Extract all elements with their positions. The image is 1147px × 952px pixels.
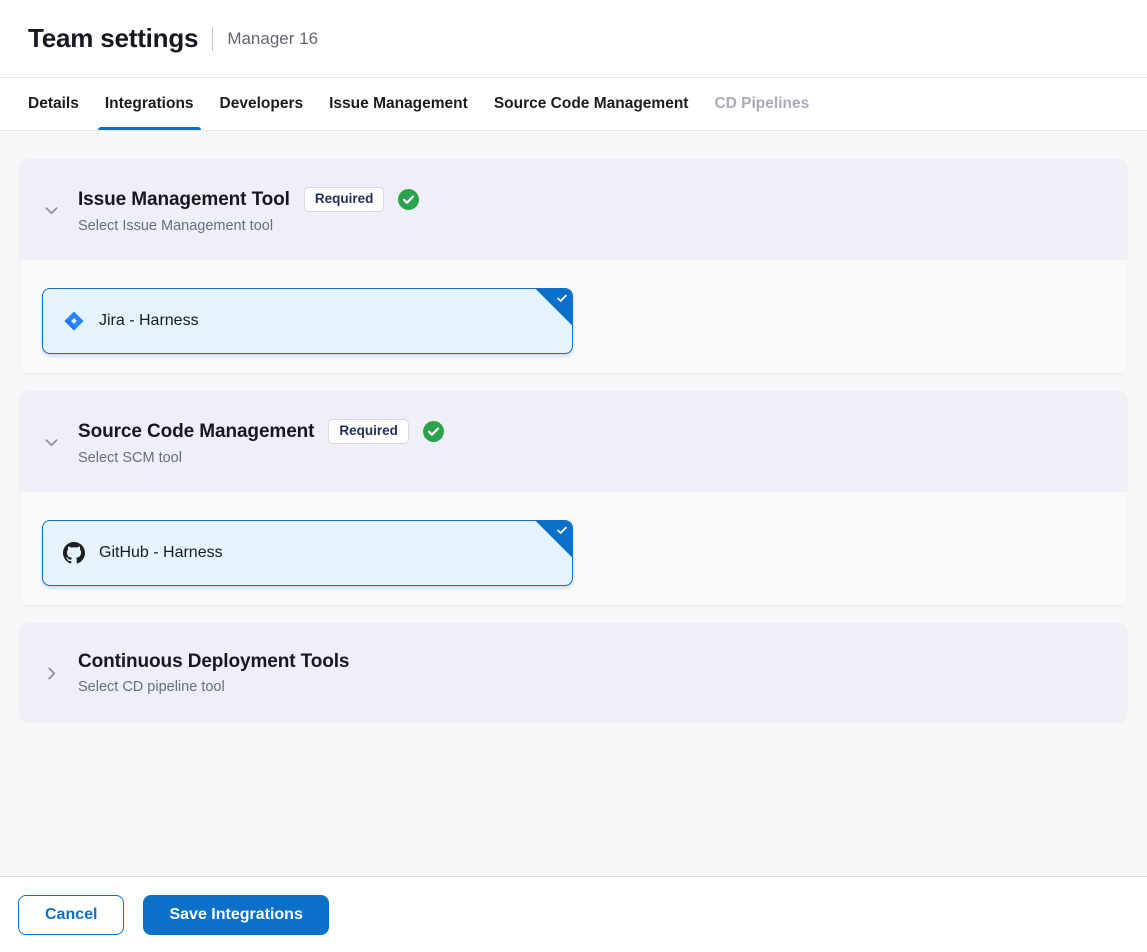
section-source-code-management: Source Code Management Required Select S…: [20, 391, 1127, 605]
section-title: Issue Management Tool: [78, 189, 290, 211]
tab-integrations[interactable]: Integrations: [98, 78, 201, 130]
check-circle-icon: [423, 421, 444, 442]
tool-card-jira-harness[interactable]: Jira - Harness: [42, 288, 573, 354]
section-titles: Issue Management Tool Required Select Is…: [78, 187, 419, 234]
section-body: GitHub - Harness: [20, 492, 1127, 605]
section-title: Continuous Deployment Tools: [78, 651, 349, 673]
section-header-scm[interactable]: Source Code Management Required Select S…: [20, 391, 1127, 492]
selected-corner-check-icon: [536, 521, 572, 557]
section-body: Jira - Harness: [20, 260, 1127, 373]
section-header-issue-management[interactable]: Issue Management Tool Required Select Is…: [20, 159, 1127, 260]
section-issue-management-tool: Issue Management Tool Required Select Is…: [20, 159, 1127, 373]
tab-source-code-management[interactable]: Source Code Management: [487, 78, 696, 130]
footer-action-bar: Cancel Save Integrations: [0, 876, 1147, 952]
title-divider: [212, 27, 213, 51]
tab-details[interactable]: Details: [21, 78, 86, 130]
section-titles: Source Code Management Required Select S…: [78, 419, 444, 466]
github-icon: [63, 542, 85, 564]
chevron-down-icon[interactable]: [42, 434, 60, 452]
save-integrations-button[interactable]: Save Integrations: [143, 895, 328, 935]
page-header: Team settings Manager 16: [0, 0, 1147, 78]
required-badge: Required: [328, 419, 409, 444]
page-title: Team settings: [28, 23, 198, 54]
page-context-label: Manager 16: [227, 29, 318, 49]
tool-name: GitHub - Harness: [99, 544, 223, 562]
section-continuous-deployment-tools: Continuous Deployment Tools Select CD pi…: [20, 623, 1127, 721]
section-subtitle: Select Issue Management tool: [78, 218, 419, 234]
tab-cd-pipelines: CD Pipelines: [707, 78, 816, 130]
required-badge: Required: [304, 187, 385, 212]
tool-card-github-harness[interactable]: GitHub - Harness: [42, 520, 573, 586]
section-subtitle: Select SCM tool: [78, 450, 444, 466]
section-subtitle: Select CD pipeline tool: [78, 679, 349, 695]
jira-icon: [63, 310, 85, 332]
tool-name: Jira - Harness: [99, 312, 199, 330]
cancel-button[interactable]: Cancel: [18, 895, 124, 935]
team-settings-page: Team settings Manager 16 Details Integra…: [0, 0, 1147, 952]
tab-developers[interactable]: Developers: [213, 78, 311, 130]
chevron-down-icon[interactable]: [42, 202, 60, 220]
tab-issue-management[interactable]: Issue Management: [322, 78, 475, 130]
section-titles: Continuous Deployment Tools Select CD pi…: [78, 651, 349, 695]
tab-bar: Details Integrations Developers Issue Ma…: [0, 78, 1147, 131]
section-title: Source Code Management: [78, 421, 314, 443]
section-header-cd-tools[interactable]: Continuous Deployment Tools Select CD pi…: [20, 623, 1127, 721]
check-circle-icon: [398, 189, 419, 210]
chevron-right-icon[interactable]: [42, 664, 60, 682]
selected-corner-check-icon: [536, 289, 572, 325]
integrations-panel: Issue Management Tool Required Select Is…: [0, 131, 1147, 876]
